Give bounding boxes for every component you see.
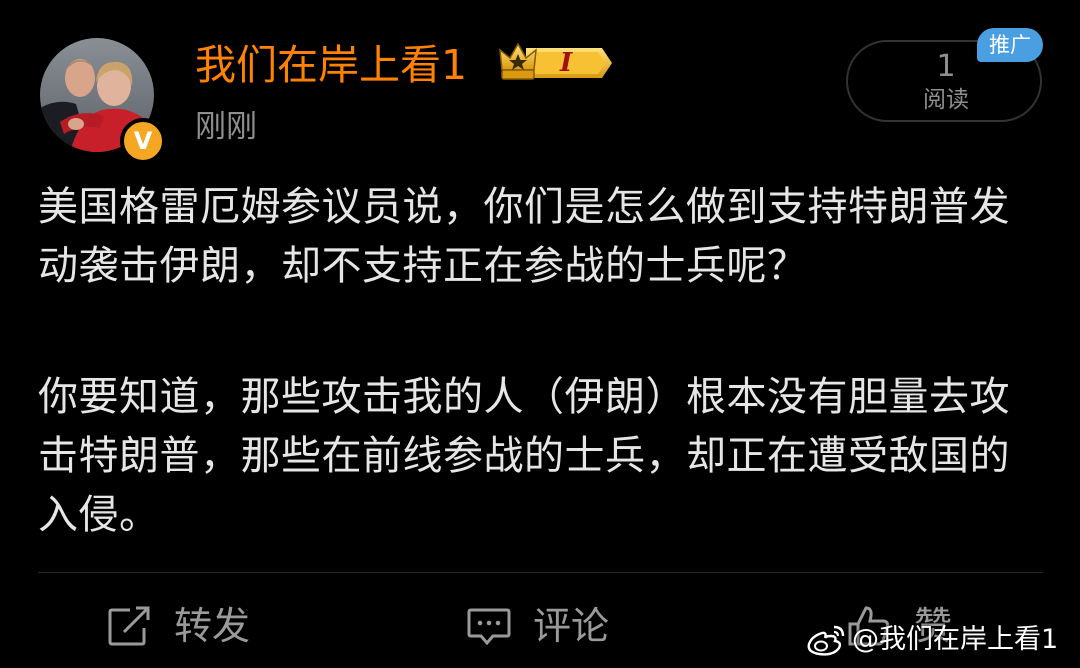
read-label: 阅读 xyxy=(923,87,969,113)
member-level-badge[interactable]: I xyxy=(498,40,614,90)
username[interactable]: 我们在岸上看1 xyxy=(195,38,467,92)
comment-label: 评论 xyxy=(533,604,610,648)
repost-label: 转发 xyxy=(174,604,251,648)
divider xyxy=(38,572,1043,573)
post-paragraph: 美国格雷厄姆参议员说，你们是怎么做到支持特朗普发动袭击伊朗，却不支持正在参战的士… xyxy=(38,184,1010,289)
comment-icon xyxy=(467,608,511,646)
weibo-logo-icon xyxy=(807,625,845,656)
promo-button[interactable]: 推广 xyxy=(977,28,1043,62)
repost-button[interactable]: 转发 xyxy=(108,596,250,656)
weibo-watermark: @我们在岸上看1 xyxy=(806,620,1058,660)
share-icon xyxy=(108,606,150,646)
watermark-text: @我们在岸上看1 xyxy=(852,624,1059,655)
verified-badge: V xyxy=(120,118,166,164)
post-content: 美国格雷厄姆参议员说，你们是怎么做到支持特朗普发动袭击伊朗，却不支持正在参战的士… xyxy=(38,178,1048,545)
level-label: I xyxy=(560,48,573,78)
post-paragraph: 你要知道，那些攻击我的人（伊朗）根本没有胆量去攻击特朗普，那些在前线参战的士兵，… xyxy=(38,374,1010,538)
post-time: 刚刚 xyxy=(195,109,257,145)
verified-mark: V xyxy=(133,127,153,155)
comment-button[interactable]: 评论 xyxy=(467,596,609,656)
avatar[interactable]: V xyxy=(40,38,166,164)
